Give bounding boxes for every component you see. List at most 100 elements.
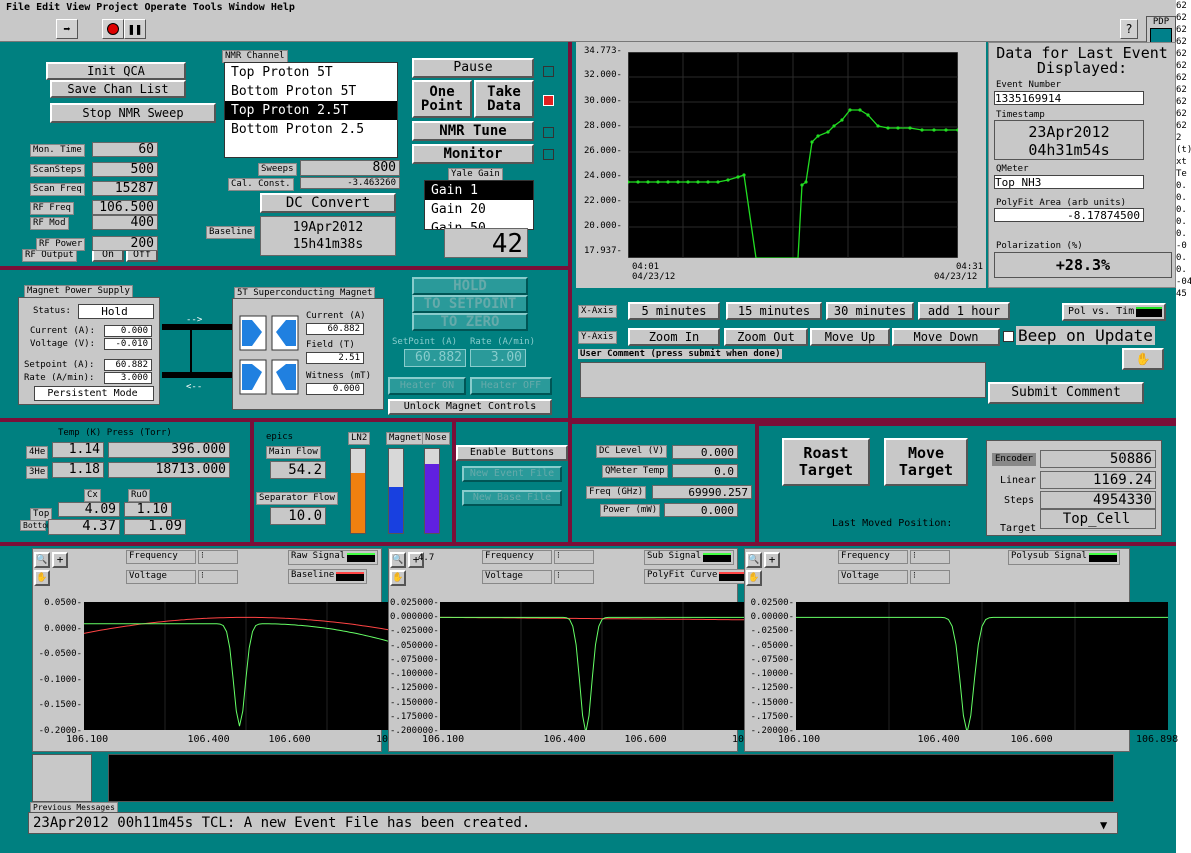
zoom-icon[interactable]: 🔍 xyxy=(34,552,50,568)
rf-field-value[interactable]: 15287 xyxy=(92,181,158,196)
beep-checkbox[interactable] xyxy=(1003,331,1014,342)
frequency-selector[interactable]: Frequency xyxy=(838,550,908,564)
heater-on-button[interactable]: Heater ON xyxy=(388,377,466,395)
format-icon[interactable]: ⁝ xyxy=(554,550,594,564)
level-ln2-label: LN2 xyxy=(348,432,371,445)
menu-project[interactable]: Project xyxy=(96,2,138,13)
format-icon[interactable]: ⁝ xyxy=(910,570,950,584)
voltage-selector[interactable]: Voltage xyxy=(838,570,908,584)
pan-hand-icon[interactable]: ✋ xyxy=(390,570,406,586)
new-event-file-button[interactable]: New Event File xyxy=(462,466,562,482)
previous-messages-box[interactable] xyxy=(32,754,92,802)
rf-field-value[interactable]: 200 xyxy=(92,236,158,251)
sp-value[interactable]: 60.882 xyxy=(404,349,466,367)
nmr-channel-item[interactable]: Bottom Proton 5T xyxy=(225,82,397,101)
plus-icon[interactable]: + xyxy=(764,552,780,568)
rf-field-value[interactable]: 60 xyxy=(92,142,158,157)
pan-hand-icon[interactable]: ✋ xyxy=(34,570,50,586)
zoom-icon[interactable]: 🔍 xyxy=(390,552,406,568)
menu-file[interactable]: File xyxy=(6,2,30,13)
nmr-channel-item[interactable]: Top Proton 2.5T xyxy=(225,101,397,120)
format-icon[interactable]: ⁝ xyxy=(198,570,238,584)
enable-buttons-button[interactable]: Enable Buttons xyxy=(456,445,568,461)
new-base-file-button[interactable]: New Base File xyxy=(462,490,562,506)
format-icon[interactable]: ⁝ xyxy=(198,550,238,564)
legend-item: PolyFit Curve xyxy=(644,569,751,584)
menu-operate[interactable]: Operate xyxy=(144,2,186,13)
pause-checkbox[interactable] xyxy=(543,66,554,77)
format-icon[interactable]: ⁝ xyxy=(554,570,594,584)
pause-button[interactable]: Pause xyxy=(412,58,534,78)
y-axis-3-button[interactable]: Move Down xyxy=(892,328,1000,346)
menu-view[interactable]: View xyxy=(66,2,90,13)
y-axis-0-button[interactable]: Zoom In xyxy=(628,328,720,346)
nmr-tune-button[interactable]: NMR Tune xyxy=(412,121,534,141)
nmr-channel-item[interactable]: Bottom Proton 2.5 xyxy=(225,120,397,139)
run-arrow-icon[interactable]: ➡ xyxy=(56,19,78,39)
user-comment-input[interactable] xyxy=(580,362,986,398)
hold-button[interactable]: HOLD xyxy=(412,277,528,295)
pause-icon[interactable]: ❚❚ xyxy=(124,19,146,39)
current-label: Current (A): xyxy=(30,326,96,336)
monitor-button[interactable]: Monitor xyxy=(412,144,534,164)
gain-item[interactable]: Gain 1 xyxy=(425,181,533,200)
nmr-channel-item[interactable]: Top Proton 5T xyxy=(225,63,397,82)
pol-vs-time-selector[interactable]: Pol vs. Tim xyxy=(1062,303,1166,321)
nmr-tune-checkbox[interactable] xyxy=(543,127,554,138)
save-chan-list-button[interactable]: Save Chan List xyxy=(50,80,186,98)
x-axis-3-button[interactable]: add 1 hour xyxy=(918,302,1010,320)
polarization-value: +28.3% xyxy=(994,252,1172,278)
x-axis-0-button[interactable]: 5 minutes xyxy=(628,302,720,320)
plus-icon[interactable]: + xyxy=(52,552,68,568)
menu-tools[interactable]: Tools xyxy=(193,2,223,13)
roast-target-button[interactable]: Roast Target xyxy=(782,438,870,486)
yale-gain-list[interactable]: Gain 1 Gain 20 Gain 50 xyxy=(424,180,534,230)
move-target-button[interactable]: Move Target xyxy=(884,438,968,486)
x-axis-1-button[interactable]: 15 minutes xyxy=(726,302,822,320)
cal-const-value: -3.463260 xyxy=(300,177,400,189)
menu-help[interactable]: Help xyxy=(271,2,295,13)
voltage-selector[interactable]: Voltage xyxy=(126,570,196,584)
level-magnet-gauge xyxy=(388,448,404,534)
init-qca-button[interactable]: Init QCA xyxy=(46,62,186,80)
frequency-selector[interactable]: Frequency xyxy=(482,550,552,564)
rf-field-label: RF Mod xyxy=(30,217,69,230)
rf-field-value[interactable]: 500 xyxy=(92,162,158,177)
gain-item[interactable]: Gain 20 xyxy=(425,200,533,219)
help-button[interactable]: ? xyxy=(1120,19,1138,39)
stop-icon[interactable] xyxy=(102,19,124,39)
timestamp-label: Timestamp xyxy=(996,110,1045,120)
to-setpoint-button[interactable]: TO SETPOINT xyxy=(412,295,528,313)
he3-press: 18713.000 xyxy=(108,462,230,478)
signal-x-tick: 106.100 xyxy=(422,734,465,745)
main-flow-value: 54.2 xyxy=(270,461,326,479)
take-data-button[interactable]: Take Data xyxy=(474,80,534,118)
frequency-selector[interactable]: Frequency xyxy=(126,550,196,564)
heater-off-button[interactable]: Heater OFF xyxy=(470,377,552,395)
menu-window[interactable]: Window xyxy=(229,2,265,13)
stop-nmr-sweep-button[interactable]: Stop NMR Sweep xyxy=(50,103,216,123)
x-axis-2-button[interactable]: 30 minutes xyxy=(826,302,914,320)
rate2-value[interactable]: 3.00 xyxy=(470,349,526,367)
to-zero-button[interactable]: TO ZERO xyxy=(412,313,528,331)
hand-icon[interactable]: ✋ xyxy=(1122,348,1164,370)
one-point-button[interactable]: One Point xyxy=(412,80,472,118)
unlock-magnet-button[interactable]: Unlock Magnet Controls xyxy=(388,399,552,415)
dropdown-arrow-icon[interactable]: ▼ xyxy=(1100,818,1107,832)
monitor-checkbox[interactable] xyxy=(543,149,554,160)
dc-convert-button[interactable]: DC Convert xyxy=(260,193,396,213)
rf-field-value[interactable]: 106.500 xyxy=(92,200,158,215)
format-icon[interactable]: ⁝ xyxy=(910,550,950,564)
pan-hand-icon[interactable]: ✋ xyxy=(746,570,762,586)
rf-field-value[interactable]: 400 xyxy=(92,215,158,230)
sc-current: 60.882 xyxy=(306,323,364,335)
pol-vs-label: Pol vs. Tim xyxy=(1068,306,1135,317)
voltage-selector[interactable]: Voltage xyxy=(482,570,552,584)
menu-edit[interactable]: Edit xyxy=(36,2,60,13)
y-axis-1-button[interactable]: Zoom Out xyxy=(724,328,808,346)
rate-label: Rate (A/min): xyxy=(24,373,95,383)
y-axis-2-button[interactable]: Move Up xyxy=(810,328,890,346)
nmr-channel-list[interactable]: Top Proton 5T Bottom Proton 5T Top Proton … xyxy=(224,62,398,158)
zoom-icon[interactable]: 🔍 xyxy=(746,552,762,568)
submit-comment-button[interactable]: Submit Comment xyxy=(988,382,1144,404)
